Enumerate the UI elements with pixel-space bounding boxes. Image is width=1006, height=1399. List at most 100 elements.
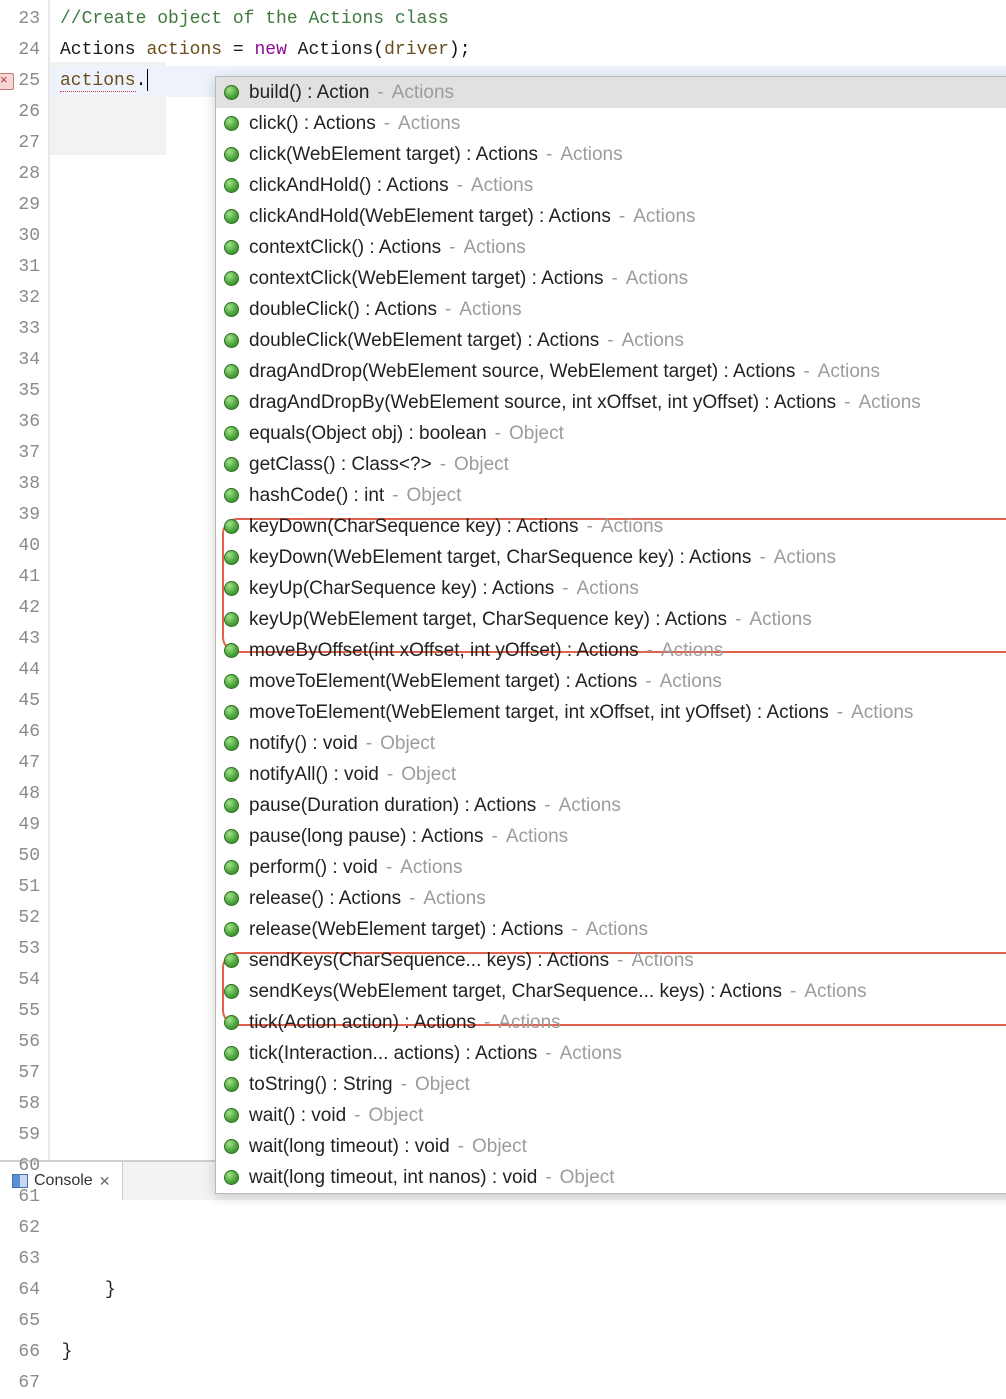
autocomplete-item[interactable]: pause(Duration duration) : Actions-Actio…: [216, 790, 1006, 821]
code-line[interactable]: [50, 1244, 1006, 1275]
declaring-class: Actions: [498, 1012, 560, 1034]
autocomplete-item[interactable]: wait(long timeout) : void-Object: [216, 1131, 1006, 1162]
method-icon: [224, 1108, 239, 1123]
method-icon: [224, 1170, 239, 1185]
autocomplete-item[interactable]: clickAndHold(WebElement target) : Action…: [216, 201, 1006, 232]
code-line-64[interactable]: }: [50, 1275, 1006, 1306]
method-signature: click(WebElement target) : Actions: [249, 144, 538, 166]
line-number-gutter: 2324252627282930313233343536373839404142…: [0, 0, 50, 1160]
code-line-24[interactable]: Actions actions = new Actions(driver);: [50, 35, 1006, 66]
autocomplete-item[interactable]: moveToElement(WebElement target) : Actio…: [216, 666, 1006, 697]
autocomplete-item[interactable]: toString() : String-Object: [216, 1069, 1006, 1100]
line-number: 48: [0, 779, 48, 810]
method-icon: [224, 333, 239, 348]
method-icon: [224, 612, 239, 627]
code-line-23[interactable]: //Create object of the Actions class: [50, 4, 1006, 35]
declaring-class: Actions: [622, 330, 684, 352]
method-icon: [224, 984, 239, 999]
autocomplete-item[interactable]: clickAndHold() : Actions-Actions: [216, 170, 1006, 201]
method-icon: [224, 426, 239, 441]
autocomplete-item[interactable]: release(WebElement target) : Actions-Act…: [216, 914, 1006, 945]
line-number: 40: [0, 531, 48, 562]
line-number: 28: [0, 159, 48, 190]
line-number: 63: [0, 1244, 48, 1275]
line-number: 44: [0, 655, 48, 686]
autocomplete-item[interactable]: keyUp(WebElement target, CharSequence ke…: [216, 604, 1006, 635]
autocomplete-item[interactable]: moveToElement(WebElement target, int xOf…: [216, 697, 1006, 728]
method-signature: keyDown(WebElement target, CharSequence …: [249, 547, 751, 569]
code-line[interactable]: [50, 1213, 1006, 1244]
code-line[interactable]: [50, 1306, 1006, 1337]
autocomplete-item[interactable]: tick(Interaction... actions) : Actions-A…: [216, 1038, 1006, 1069]
declaring-class: Object: [401, 764, 456, 786]
line-number: 46: [0, 717, 48, 748]
autocomplete-item[interactable]: pause(long pause) : Actions-Actions: [216, 821, 1006, 852]
autocomplete-item[interactable]: wait(long timeout, int nanos) : void-Obj…: [216, 1162, 1006, 1193]
autocomplete-item[interactable]: doubleClick() : Actions-Actions: [216, 294, 1006, 325]
method-icon: [224, 953, 239, 968]
line-number: 32: [0, 283, 48, 314]
autocomplete-item[interactable]: dragAndDrop(WebElement source, WebElemen…: [216, 356, 1006, 387]
declaring-class: Actions: [423, 888, 485, 910]
code-editor[interactable]: 2324252627282930313233343536373839404142…: [0, 0, 1006, 1160]
method-icon: [224, 860, 239, 875]
autocomplete-item[interactable]: release() : Actions-Actions: [216, 883, 1006, 914]
autocomplete-item[interactable]: equals(Object obj) : boolean-Object: [216, 418, 1006, 449]
line-number: 27: [0, 128, 48, 159]
autocomplete-item[interactable]: sendKeys(CharSequence... keys) : Actions…: [216, 945, 1006, 976]
autocomplete-popup[interactable]: build() : Action-Actionsclick() : Action…: [215, 76, 1006, 1194]
line-number: 57: [0, 1058, 48, 1089]
autocomplete-item[interactable]: keyUp(CharSequence key) : Actions-Action…: [216, 573, 1006, 604]
declaring-class: Actions: [464, 237, 526, 259]
line-number: 52: [0, 903, 48, 934]
method-signature: clickAndHold(WebElement target) : Action…: [249, 206, 611, 228]
autocomplete-item[interactable]: moveByOffset(int xOffset, int yOffset) :…: [216, 635, 1006, 666]
method-signature: moveToElement(WebElement target, int xOf…: [249, 702, 829, 724]
method-signature: contextClick() : Actions: [249, 237, 441, 259]
method-icon: [224, 1077, 239, 1092]
method-signature: perform() : void: [249, 857, 378, 879]
method-signature: pause(Duration duration) : Actions: [249, 795, 536, 817]
method-icon: [224, 271, 239, 286]
line-number: 45: [0, 686, 48, 717]
autocomplete-item[interactable]: perform() : void-Actions: [216, 852, 1006, 883]
code-area[interactable]: //Create object of the Actions class Act…: [50, 0, 1006, 1160]
autocomplete-item[interactable]: keyDown(WebElement target, CharSequence …: [216, 542, 1006, 573]
method-signature: dragAndDropBy(WebElement source, int xOf…: [249, 392, 836, 414]
autocomplete-item[interactable]: tick(Action action) : Actions-Actions: [216, 1007, 1006, 1038]
line-number: 24: [0, 35, 48, 66]
line-number: 26: [0, 97, 48, 128]
autocomplete-item[interactable]: click(WebElement target) : Actions-Actio…: [216, 139, 1006, 170]
line-number: 56: [0, 1027, 48, 1058]
code-line[interactable]: [50, 1368, 1006, 1399]
method-signature: keyDown(CharSequence key) : Actions: [249, 516, 579, 538]
method-signature: build() : Action: [249, 82, 369, 104]
autocomplete-item[interactable]: sendKeys(WebElement target, CharSequence…: [216, 976, 1006, 1007]
line-number: 31: [0, 252, 48, 283]
declaring-class: Object: [415, 1074, 470, 1096]
method-signature: toString() : String: [249, 1074, 393, 1096]
autocomplete-item[interactable]: doubleClick(WebElement target) : Actions…: [216, 325, 1006, 356]
autocomplete-item[interactable]: notifyAll() : void-Object: [216, 759, 1006, 790]
method-icon: [224, 798, 239, 813]
declaring-class: Object: [509, 423, 564, 445]
code-line-66[interactable]: }: [50, 1337, 1006, 1368]
method-icon: [224, 209, 239, 224]
autocomplete-item[interactable]: dragAndDropBy(WebElement source, int xOf…: [216, 387, 1006, 418]
line-number: 30: [0, 221, 48, 252]
autocomplete-item[interactable]: contextClick() : Actions-Actions: [216, 232, 1006, 263]
method-icon: [224, 922, 239, 937]
autocomplete-item[interactable]: contextClick(WebElement target) : Action…: [216, 263, 1006, 294]
method-signature: getClass() : Class<?>: [249, 454, 432, 476]
autocomplete-item[interactable]: click() : Actions-Actions: [216, 108, 1006, 139]
autocomplete-item[interactable]: getClass() : Class<?>-Object: [216, 449, 1006, 480]
autocomplete-item[interactable]: wait() : void-Object: [216, 1100, 1006, 1131]
line-number: 34: [0, 345, 48, 376]
autocomplete-item[interactable]: keyDown(CharSequence key) : Actions-Acti…: [216, 511, 1006, 542]
autocomplete-item[interactable]: notify() : void-Object: [216, 728, 1006, 759]
autocomplete-item[interactable]: build() : Action-Actions: [216, 77, 1006, 108]
line-number: 33: [0, 314, 48, 345]
autocomplete-item[interactable]: hashCode() : int-Object: [216, 480, 1006, 511]
method-icon: [224, 178, 239, 193]
line-number: 47: [0, 748, 48, 779]
